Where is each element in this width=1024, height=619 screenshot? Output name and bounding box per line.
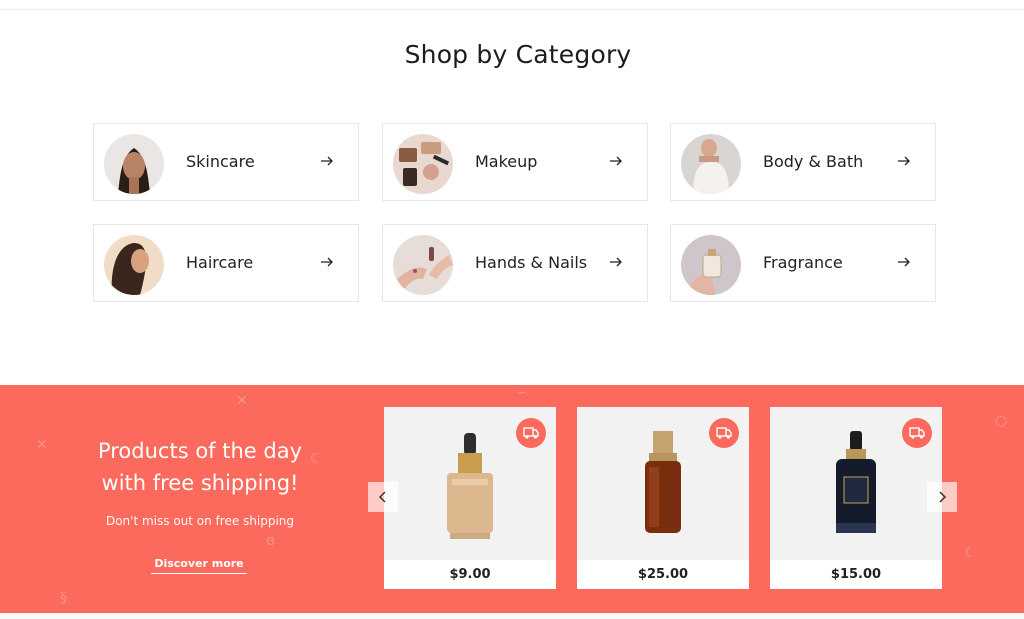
category-label-haircare: Haircare (186, 253, 254, 272)
product-card-3[interactable]: $15.00 (770, 407, 942, 589)
arrow-right-icon (898, 156, 910, 166)
carousel-prev-button[interactable] (368, 482, 398, 512)
category-label-makeup: Makeup (475, 152, 538, 171)
delivery-truck-icon (523, 427, 539, 439)
makeup-thumbnail (393, 134, 453, 194)
category-label-fragrance: Fragrance (763, 253, 843, 272)
category-card-makeup[interactable]: Makeup (382, 123, 648, 201)
product-card-2[interactable]: $25.00 (577, 407, 749, 589)
arrow-right-icon (321, 257, 333, 267)
decorative-cross-icon: ✕ (36, 437, 48, 453)
delivery-truck-icon (909, 427, 925, 439)
chevron-right-icon (939, 491, 947, 503)
category-label-skincare: Skincare (186, 152, 255, 171)
arrow-right-icon (898, 257, 910, 267)
category-label-body-bath: Body & Bath (763, 152, 864, 171)
decorative-squiggle-icon: ∽ (516, 385, 528, 401)
decorative-cross-icon: ✕ (236, 393, 248, 409)
hands-nails-thumbnail (393, 235, 453, 295)
free-shipping-badge (516, 418, 546, 448)
arrow-right-icon (610, 257, 622, 267)
promo-title-line-1: Products of the day (97, 439, 303, 463)
category-card-hands-nails[interactable]: Hands & Nails (382, 224, 648, 302)
arrow-right-icon (321, 156, 333, 166)
promo-title: Products of the day with free shipping! (85, 435, 315, 499)
free-shipping-badge (709, 418, 739, 448)
section-title: Shop by Category (404, 40, 632, 69)
promo-banner: ✕ ☾ ✕ § ɞ ☾ ○ ∽ Products of the day with… (0, 385, 1024, 613)
product-price: $15.00 (770, 560, 942, 589)
discover-more-link[interactable]: Discover more (151, 557, 247, 574)
category-card-body-bath[interactable]: Body & Bath (670, 123, 936, 201)
product-price: $9.00 (384, 560, 556, 589)
decorative-moon-icon: ☾ (964, 545, 977, 561)
decorative-spiral-icon: ɞ (266, 533, 276, 549)
top-divider (0, 9, 1024, 10)
bottom-divider (0, 613, 1024, 619)
product-card-1[interactable]: $9.00 (384, 407, 556, 589)
skincare-thumbnail (104, 134, 164, 194)
category-card-haircare[interactable]: Haircare (93, 224, 359, 302)
arrow-right-icon (610, 156, 622, 166)
category-label-hands-nails: Hands & Nails (475, 253, 588, 272)
decorative-circle-icon: ○ (995, 413, 1008, 429)
delivery-truck-icon (716, 427, 732, 439)
category-card-skincare[interactable]: Skincare (93, 123, 359, 201)
product-price: $25.00 (577, 560, 749, 589)
free-shipping-badge (902, 418, 932, 448)
chevron-left-icon (378, 491, 386, 503)
promo-subtitle: Don't miss out on free shipping (105, 514, 295, 528)
decorative-squiggle-icon: § (60, 590, 67, 606)
promo-title-line-2: with free shipping! (101, 471, 299, 495)
category-card-fragrance[interactable]: Fragrance (670, 224, 936, 302)
haircare-thumbnail (104, 235, 164, 295)
carousel-next-button[interactable] (927, 482, 957, 512)
body-bath-thumbnail (681, 134, 741, 194)
fragrance-thumbnail (681, 235, 741, 295)
